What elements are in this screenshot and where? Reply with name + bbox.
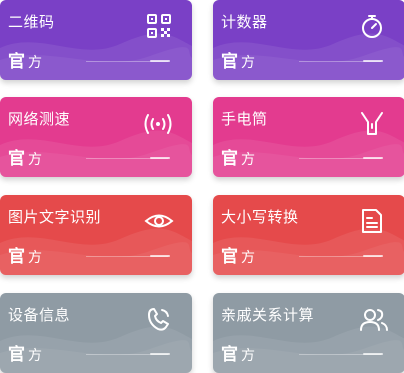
stopwatch-icon [359, 13, 385, 39]
official-badge: 官 方 [221, 242, 255, 267]
card-title: 网络测速 [8, 110, 71, 128]
divider-accent [150, 255, 170, 257]
card-title: 手电筒 [221, 110, 268, 128]
divider-accent [363, 255, 383, 257]
official-badge: 官 方 [221, 144, 255, 169]
tool-card-counter[interactable]: 计数器 官 方 [213, 0, 404, 80]
tool-card-ocr[interactable]: 图片文字识别 官 方 [0, 195, 192, 275]
official-badge-sub: 方 [241, 348, 255, 364]
official-badge-main: 官 [221, 247, 238, 267]
official-badge-sub: 方 [241, 250, 255, 266]
tool-card-qr-code[interactable]: 二维码 官 方 [0, 0, 192, 80]
card-title: 亲戚关系计算 [221, 306, 315, 324]
users-icon [359, 306, 389, 332]
official-badge-main: 官 [221, 52, 238, 72]
divider-accent [363, 157, 383, 159]
official-badge-main: 官 [8, 52, 25, 72]
card-title: 计数器 [221, 13, 268, 31]
divider-accent [363, 353, 383, 355]
official-badge-main: 官 [221, 345, 238, 365]
wireless-signal-icon [142, 110, 174, 136]
document-icon [359, 208, 385, 234]
official-badge: 官 方 [221, 47, 255, 72]
divider-accent [363, 60, 383, 62]
divider-accent [150, 157, 170, 159]
official-badge-sub: 方 [241, 152, 255, 168]
official-badge-sub: 方 [28, 55, 42, 71]
card-title: 图片文字识别 [8, 208, 102, 226]
official-badge-sub: 方 [28, 152, 42, 168]
official-badge: 官 方 [8, 144, 42, 169]
phone-device-icon [146, 306, 172, 332]
official-badge-main: 官 [8, 345, 25, 365]
official-badge: 官 方 [8, 242, 42, 267]
eye-icon [144, 208, 174, 234]
official-badge: 官 方 [8, 340, 42, 365]
tool-card-case-converter[interactable]: 大小写转换 官 方 [213, 195, 404, 275]
card-title: 二维码 [8, 13, 55, 31]
qr-code-icon [146, 13, 172, 39]
card-title: 大小写转换 [221, 208, 299, 226]
tool-card-flashlight[interactable]: 手电筒 官 方 [213, 97, 404, 177]
official-badge-main: 官 [8, 149, 25, 169]
official-badge-main: 官 [8, 247, 25, 267]
official-badge-sub: 方 [241, 55, 255, 71]
divider-accent [150, 353, 170, 355]
tool-card-network-speed[interactable]: 网络测速 官 方 [0, 97, 192, 177]
divider-accent [150, 60, 170, 62]
official-badge-sub: 方 [28, 348, 42, 364]
flashlight-icon [359, 110, 385, 136]
official-badge-sub: 方 [28, 250, 42, 266]
official-badge: 官 方 [8, 47, 42, 72]
official-badge: 官 方 [221, 340, 255, 365]
tool-card-device-info[interactable]: 设备信息 官 方 [0, 293, 192, 373]
tool-card-relationship-calculator[interactable]: 亲戚关系计算 官 方 [213, 293, 404, 373]
official-badge-main: 官 [221, 149, 238, 169]
card-title: 设备信息 [8, 306, 71, 324]
